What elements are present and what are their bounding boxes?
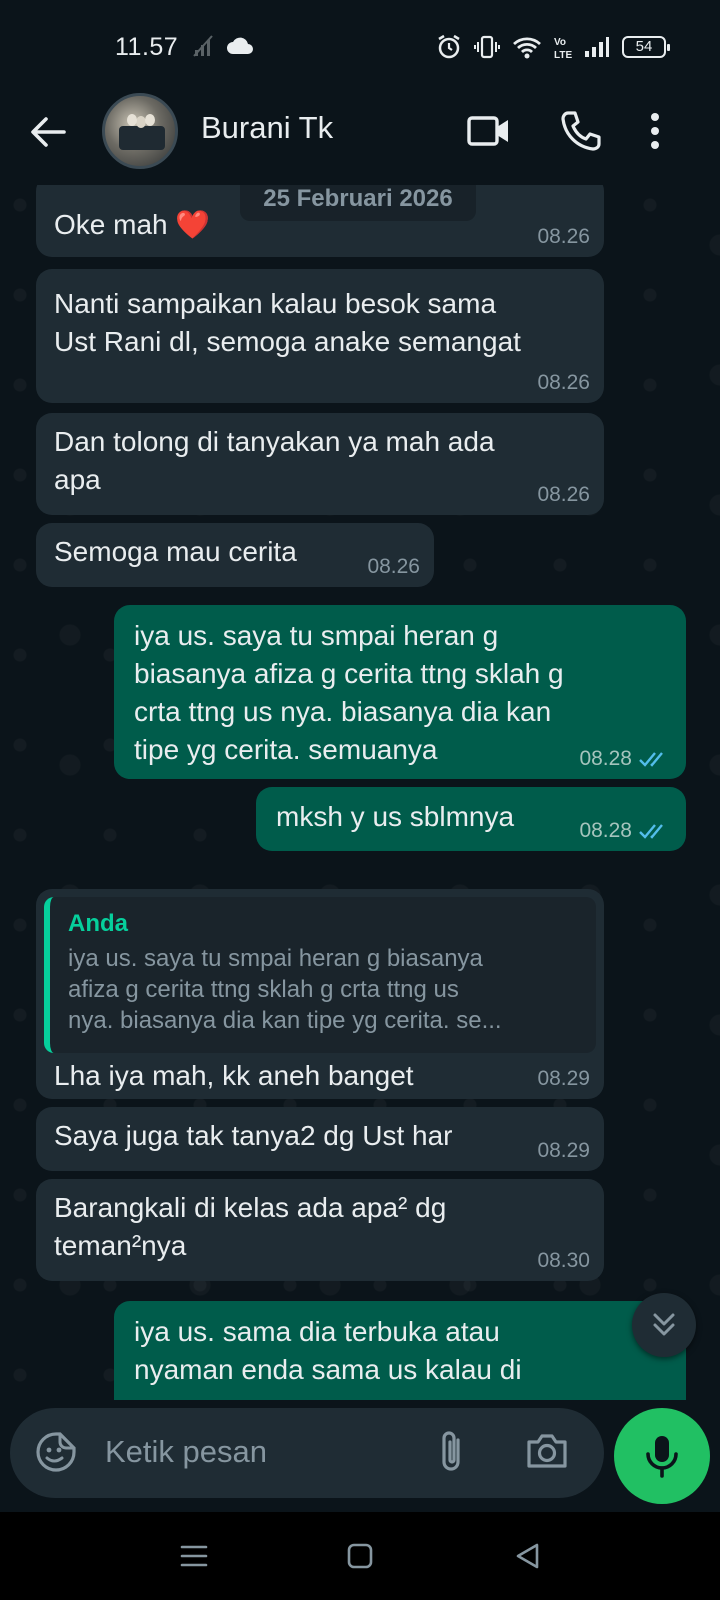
message-bubble[interactable]: mksh y us sblmnya 08.28 bbox=[256, 787, 686, 851]
quoted-text: iya us. saya tu smpai heran g biasanya a… bbox=[68, 945, 502, 1034]
double-chevron-down-icon bbox=[653, 1313, 675, 1336]
status-left-icons bbox=[192, 34, 254, 58]
message-bubble[interactable]: iya us. saya tu smpai heran g biasanya a… bbox=[114, 605, 686, 779]
wifi-icon bbox=[513, 37, 541, 59]
back-button[interactable] bbox=[28, 112, 68, 152]
message-input-bar: Ketik pesan bbox=[10, 1408, 604, 1498]
read-receipt-icon bbox=[639, 752, 663, 767]
scroll-to-bottom-button[interactable] bbox=[632, 1293, 696, 1357]
status-bar: 11.57 Vo LTE 54 bbox=[0, 0, 720, 90]
contact-name[interactable]: Burani Tk bbox=[201, 110, 333, 146]
signal-icon bbox=[585, 37, 609, 57]
volte-icon: Vo LTE bbox=[554, 37, 572, 60]
message-time: 08.29 bbox=[537, 1067, 590, 1090]
menu-lines-icon bbox=[180, 1545, 208, 1567]
message-text: mksh y us sblmnya bbox=[276, 801, 515, 832]
system-nav-bar bbox=[0, 1512, 720, 1600]
message-time: 08.28 bbox=[579, 747, 632, 770]
chat-area[interactable]: Oke mah ❤️ 08.26 25 Februari 2026 Nanti … bbox=[0, 185, 720, 1400]
voice-call-button[interactable] bbox=[558, 108, 604, 154]
attach-button[interactable] bbox=[430, 1428, 474, 1481]
voice-message-button[interactable] bbox=[614, 1408, 710, 1504]
square-icon bbox=[347, 1543, 373, 1569]
message-time: 08.26 bbox=[537, 371, 590, 394]
svg-text:LTE: LTE bbox=[554, 50, 572, 60]
phone-icon bbox=[561, 111, 601, 151]
message-time: 08.26 bbox=[367, 555, 420, 578]
arrow-left-icon bbox=[31, 117, 66, 147]
back-nav-button[interactable] bbox=[506, 1534, 550, 1578]
message-bubble[interactable]: Nanti sampaikan kalau besok sama Ust Ran… bbox=[36, 269, 604, 403]
message-text: Lha iya mah, kk aneh banget bbox=[54, 1060, 414, 1091]
message-text: Dan tolong di tanyakan ya mah ada apa bbox=[54, 426, 495, 495]
message-bubble[interactable]: Saya juga tak tanya2 dg Ust har 08.29 bbox=[36, 1107, 604, 1171]
quoted-message[interactable]: Anda iya us. saya tu smpai heran g biasa… bbox=[44, 897, 596, 1053]
alarm-icon bbox=[438, 34, 460, 59]
message-meta: 08.28 bbox=[579, 747, 672, 771]
message-text: iya us. saya tu smpai heran g biasanya a… bbox=[134, 620, 564, 765]
message-text: Saya juga tak tanya2 dg Ust har bbox=[54, 1120, 453, 1151]
message-bubble[interactable]: Semoga mau cerita 08.26 bbox=[36, 523, 434, 587]
status-time: 11.57 bbox=[115, 33, 179, 61]
triangle-back-icon bbox=[516, 1543, 539, 1569]
date-divider: 25 Februari 2026 bbox=[240, 185, 476, 221]
message-time: 08.26 bbox=[537, 483, 590, 506]
status-right-icons: Vo LTE 54 bbox=[436, 34, 670, 60]
paperclip-icon bbox=[442, 1431, 460, 1471]
message-time: 08.30 bbox=[537, 1249, 590, 1272]
more-vertical-icon bbox=[651, 113, 659, 149]
message-time: 08.26 bbox=[537, 225, 590, 248]
vibrate-icon bbox=[474, 35, 500, 59]
avatar[interactable] bbox=[102, 93, 178, 169]
recents-button[interactable] bbox=[172, 1534, 216, 1578]
video-call-button[interactable] bbox=[466, 108, 512, 154]
quoted-author: Anda bbox=[68, 910, 128, 937]
message-time: 08.28 bbox=[579, 819, 632, 842]
message-bubble[interactable]: Barangkali di kelas ada apa² dg teman²ny… bbox=[36, 1179, 604, 1281]
emoji-sticker-icon bbox=[36, 1432, 76, 1472]
battery-icon: 54 bbox=[622, 36, 670, 58]
read-receipt-icon bbox=[639, 824, 663, 839]
cloud-icon bbox=[227, 37, 253, 54]
message-text: Semoga mau cerita bbox=[54, 536, 297, 567]
chat-header: Burani Tk bbox=[0, 90, 720, 185]
message-text: Nanti sampaikan kalau besok sama Ust Ran… bbox=[54, 288, 521, 357]
message-time: 08.29 bbox=[537, 1139, 590, 1162]
camera-icon bbox=[527, 1434, 567, 1468]
message-text: Oke mah ❤️ bbox=[54, 209, 211, 240]
home-button[interactable] bbox=[338, 1534, 382, 1578]
video-camera-icon bbox=[467, 116, 508, 146]
no-signal-icon bbox=[193, 35, 213, 57]
message-text: Barangkali di kelas ada apa² dg teman²ny… bbox=[54, 1192, 447, 1261]
message-bubble[interactable]: Anda iya us. saya tu smpai heran g biasa… bbox=[36, 889, 604, 1099]
message-bubble[interactable]: iya us. sama dia terbuka atau nyaman end… bbox=[114, 1301, 686, 1400]
message-bubble[interactable]: Dan tolong di tanyakan ya mah ada apa 08… bbox=[36, 413, 604, 515]
microphone-icon bbox=[646, 1436, 678, 1478]
menu-button[interactable] bbox=[640, 108, 670, 154]
camera-button[interactable] bbox=[524, 1428, 570, 1479]
sticker-button[interactable] bbox=[34, 1430, 78, 1479]
message-text: iya us. sama dia terbuka atau nyaman end… bbox=[134, 1316, 522, 1385]
message-input[interactable]: Ketik pesan bbox=[105, 1434, 267, 1470]
svg-text:Vo: Vo bbox=[554, 37, 566, 48]
message-meta: 08.28 bbox=[579, 819, 672, 843]
